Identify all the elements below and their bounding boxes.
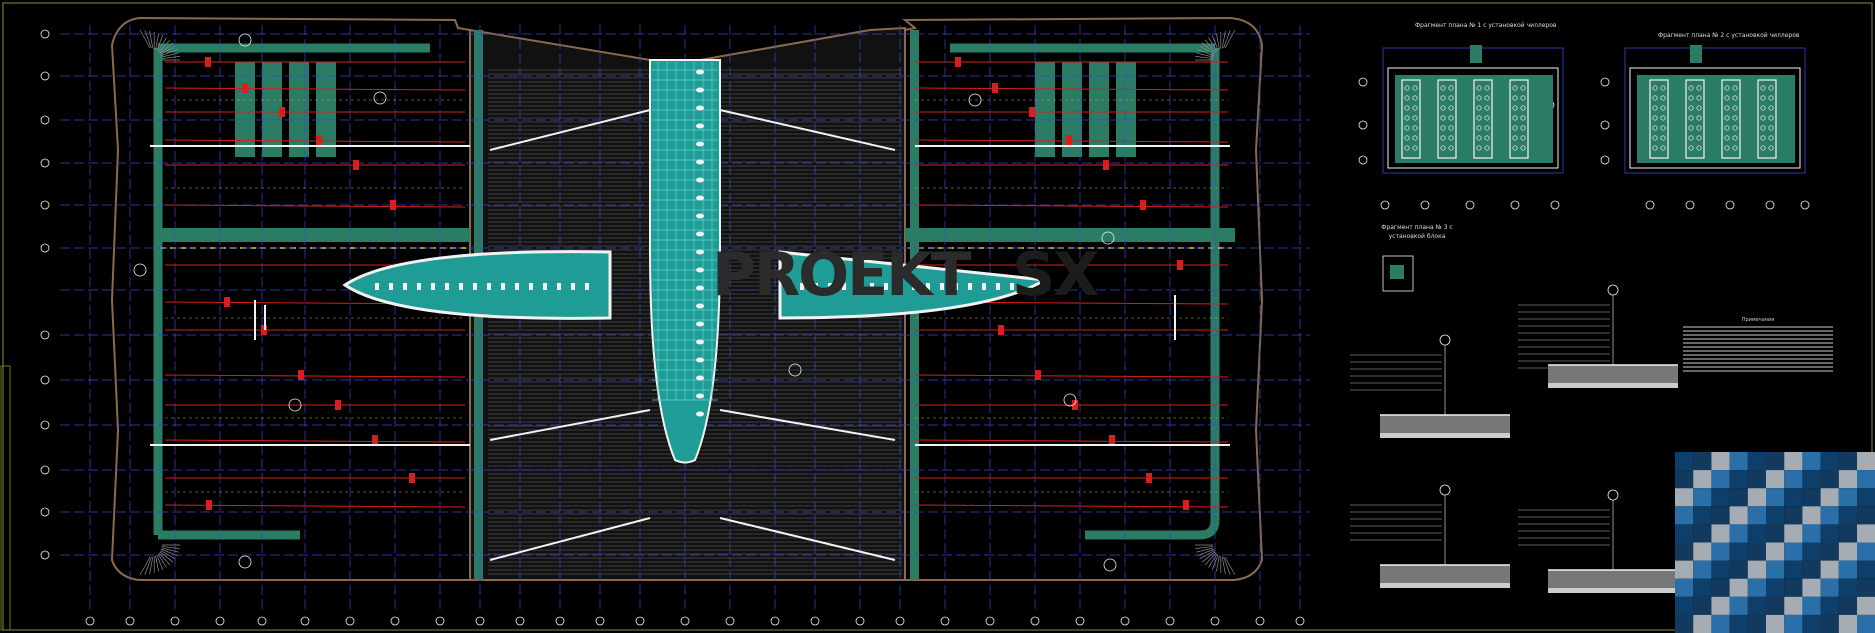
fragment-2-caption: Фрагмент плана № 2 с установкой чиллеров xyxy=(1658,32,1800,39)
green-corridor-left xyxy=(158,228,470,242)
section-details xyxy=(1350,284,1678,593)
general-notes: Примечания xyxy=(1683,318,1833,374)
notes-title: Примечания xyxy=(1741,317,1775,323)
watermark-text: PROEKT xyxy=(712,240,972,310)
color-swatch-thumbnail xyxy=(1675,452,1875,633)
watermark-suffix: SX xyxy=(1012,240,1099,310)
fragment-plan-1 xyxy=(1382,45,1564,174)
fragment-1-caption: Фрагмент плана № 1 с установкой чиллеров xyxy=(1415,22,1557,29)
title-stamp-strip xyxy=(0,365,11,631)
fragment-3-caption: Фрагмент плана № 3 с установкой блока xyxy=(1381,224,1453,240)
fragment-plan-3 xyxy=(1382,255,1414,292)
main-plan xyxy=(60,16,1310,612)
fragment-plan-2 xyxy=(1624,45,1806,174)
floor-plan-drawing xyxy=(0,2,1873,631)
watermark-logo: PROEKT SX xyxy=(712,240,1099,310)
